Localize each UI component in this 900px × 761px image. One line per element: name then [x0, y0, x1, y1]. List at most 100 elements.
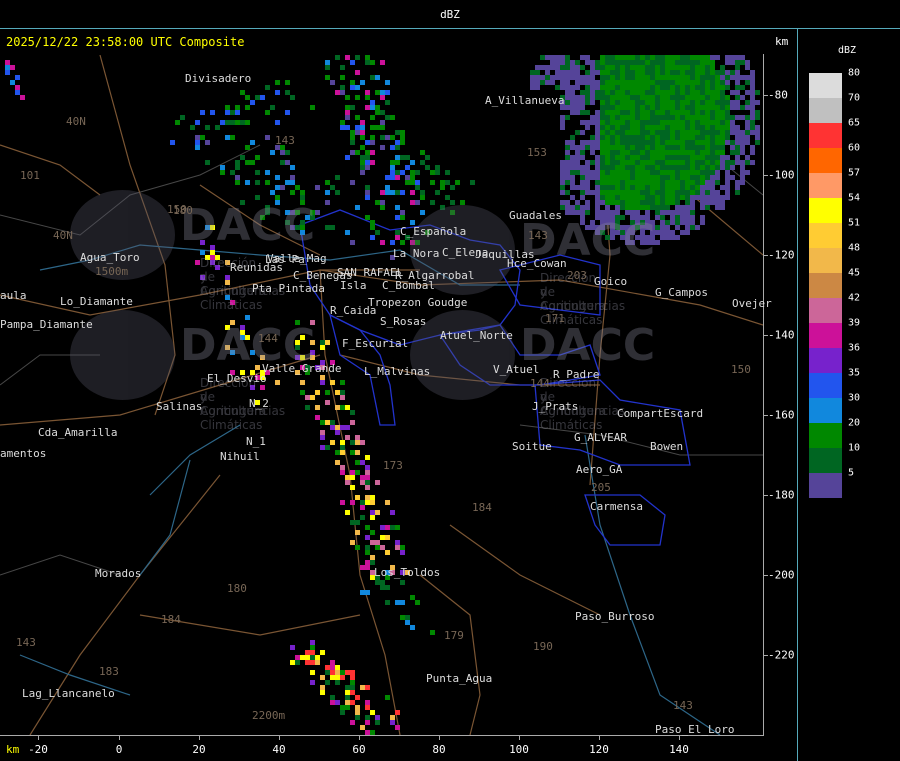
town-label: Morados: [95, 567, 142, 580]
legend-swatch: [809, 348, 842, 373]
legend-label: 65: [848, 117, 861, 129]
town-label: F_Escurial: [342, 337, 409, 350]
legend-swatch: [809, 248, 842, 273]
route-label: 184: [161, 613, 181, 626]
town-label: Aero_GA: [576, 463, 623, 476]
x-tick-mark: [199, 735, 200, 740]
town-label: Los_Toldos: [374, 566, 441, 579]
x-tick-label: 120: [589, 743, 609, 756]
town-label: C_Bombal: [382, 279, 435, 292]
town-label: Tropezon Goudge: [368, 296, 468, 309]
legend-label: 30: [848, 392, 861, 404]
legend-label: 10: [848, 442, 861, 454]
legend-label: 54: [848, 192, 861, 204]
route-label: 183: [99, 665, 119, 678]
legend-swatch: [809, 98, 842, 123]
y-tick-label: -140: [768, 328, 795, 342]
town-label: Valle_Mag: [267, 252, 327, 265]
legend-label: 51: [848, 217, 861, 229]
town-label: Lo_Diamante: [60, 295, 133, 308]
town-label: Goico: [594, 275, 628, 288]
route-label: 179: [444, 629, 464, 642]
route-label: 143: [673, 699, 693, 712]
town-label: SAN RAFAEL: [337, 266, 404, 279]
title-bar: dBZ: [0, 0, 900, 29]
legend-swatch: [809, 448, 842, 473]
map-frame: [0, 54, 764, 736]
town-label: Atuel_Norte: [440, 329, 513, 342]
town-label: Nihuil: [220, 450, 260, 463]
x-tick-mark: [279, 735, 280, 740]
legend-label: 48: [848, 242, 861, 254]
legend-label: 57: [848, 167, 861, 179]
legend-swatch: [809, 198, 842, 223]
x-tick-mark: [439, 735, 440, 740]
legend-swatch: [809, 273, 842, 298]
x-tick-mark: [519, 735, 520, 740]
town-label: R_Padre: [553, 368, 600, 381]
legend-label: 70: [848, 92, 861, 104]
town-label: Divisadero: [185, 72, 252, 85]
window-title: dBZ: [440, 8, 460, 21]
route-label: 144: [530, 377, 550, 390]
x-tick-mark: [599, 735, 600, 740]
town-label: S_Rosas: [380, 315, 427, 328]
timestamp-label: 2025/12/22 23:58:00 UTC Composite: [6, 35, 245, 49]
legend-swatch: [809, 323, 842, 348]
town-label: amentos: [0, 447, 47, 460]
y-tick-label: -120: [768, 248, 795, 262]
elevation-label: 1500m: [95, 265, 129, 278]
km-unit-top: km: [775, 35, 789, 48]
legend-swatch: [809, 73, 842, 98]
legend-divider: [797, 28, 798, 761]
town-label: Ovejer: [732, 297, 772, 310]
town-label: Valle_Grande: [262, 362, 342, 375]
town-label: Salinas: [156, 400, 203, 413]
y-tick-label: -200: [768, 568, 795, 582]
town-label: El_Desvio: [207, 372, 267, 385]
town-label: Bowen: [650, 440, 684, 453]
x-tick-label: 20: [192, 743, 206, 756]
legend-label: 39: [848, 317, 861, 329]
town-label: Agua_Toro: [80, 251, 140, 264]
x-tick-mark: [119, 735, 120, 740]
route-label: 143: [16, 636, 36, 649]
y-tick-label: -160: [768, 408, 795, 422]
x-tick-label: 100: [509, 743, 529, 756]
legend-label: 60: [848, 142, 861, 154]
km-unit-bottom: km: [6, 743, 20, 756]
town-label: La Nora: [393, 247, 440, 260]
route-label: 203: [567, 269, 587, 282]
town-label: Lag_Llancanelo: [22, 687, 115, 700]
legend-swatch: [809, 173, 842, 198]
town-label: L_Malvinas: [364, 365, 431, 378]
route-label: 40N: [53, 229, 73, 242]
town-label: Guadales: [509, 209, 562, 222]
route-label: 180: [227, 582, 247, 595]
town-label: V_Atuel: [493, 363, 540, 376]
legend-title: dBZ: [838, 45, 857, 56]
town-label: R_Caida: [330, 304, 377, 317]
town-label: Paso_Burroso: [575, 610, 655, 623]
town-label: Hce_Cowan: [507, 257, 567, 270]
town-label: CompartEscard: [617, 407, 704, 420]
town-label: Punta_Agua: [426, 672, 493, 685]
route-label: 173: [383, 459, 403, 472]
elevation-label: 2200m: [252, 709, 286, 722]
route-label: 143: [275, 134, 295, 147]
legend-swatch: [809, 223, 842, 248]
route-label: 184: [472, 501, 492, 514]
route-label: 143: [528, 229, 548, 242]
legend-swatch: [809, 298, 842, 323]
town-label: J_Prats: [532, 400, 579, 413]
legend-label: 42: [848, 292, 861, 304]
x-tick-label: 140: [669, 743, 689, 756]
x-tick-label: 80: [432, 743, 446, 756]
town-label: Isla: [340, 279, 367, 292]
y-tick-label: -100: [768, 168, 795, 182]
town-label: C_Española: [400, 225, 467, 238]
legend-label: 36: [848, 342, 861, 354]
x-tick-label: -20: [28, 743, 48, 756]
legend-swatch: [809, 148, 842, 173]
legend-swatch: [809, 423, 842, 448]
